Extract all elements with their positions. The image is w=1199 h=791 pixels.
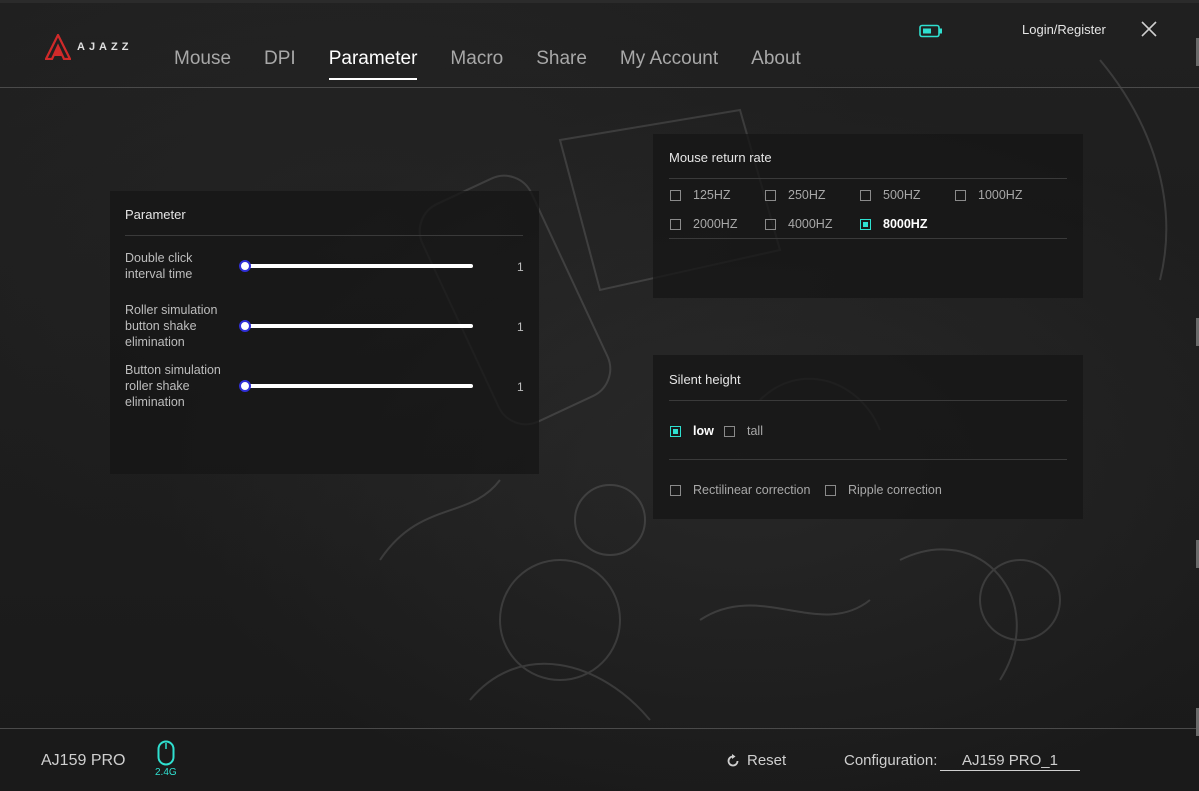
roller-simulation-value: 1: [517, 320, 524, 334]
tab-mouse[interactable]: Mouse: [160, 46, 245, 80]
rectilinear-correction-option[interactable]: Rectilinear correction: [670, 483, 810, 497]
parameter-panel: Parameter Double click interval time 1 R…: [110, 191, 539, 474]
rate-option-8000hz[interactable]: 8000HZ: [860, 217, 927, 231]
rate-option-500hz[interactable]: 500HZ: [860, 188, 921, 202]
silent-height-panel: Silent height low tall Rectilinear corre…: [653, 355, 1083, 519]
rate-option-label: 4000HZ: [788, 217, 833, 231]
checkbox-icon: [765, 189, 776, 201]
rate-option-250hz[interactable]: 250HZ: [765, 188, 826, 202]
tab-parameter[interactable]: Parameter: [315, 46, 432, 80]
parameter-panel-title: Parameter: [125, 207, 186, 222]
rectilinear-correction-label: Rectilinear correction: [693, 483, 811, 497]
silent-height-divider-mid: [669, 459, 1067, 460]
configuration-select[interactable]: AJ159 PRO_1: [940, 752, 1080, 771]
tab-macro[interactable]: Macro: [436, 46, 517, 80]
checkbox-icon: [670, 484, 681, 496]
silent-height-panel-title: Silent height: [669, 372, 741, 387]
roller-simulation-label: Roller simulation button shake eliminati…: [125, 303, 218, 349]
rate-option-4000hz[interactable]: 4000HZ: [765, 217, 832, 231]
reset-label: Reset: [747, 752, 787, 769]
parameter-panel-divider: [125, 235, 523, 236]
checkbox-icon: [724, 425, 735, 437]
checkbox-icon: [670, 189, 681, 201]
rate-option-label: 125HZ: [693, 188, 731, 202]
tab-share[interactable]: Share: [522, 46, 601, 80]
logo-text: AJAZZ: [77, 41, 133, 53]
double-click-interval-slider-thumb[interactable]: [239, 260, 251, 272]
return-rate-panel: Mouse return rate 125HZ 250HZ 500HZ 1000…: [653, 134, 1083, 298]
ajazz-logo-icon: [45, 34, 71, 60]
checkbox-icon: [765, 218, 776, 230]
silent-height-low-option[interactable]: low: [670, 424, 714, 438]
tab-my-account[interactable]: My Account: [606, 46, 732, 80]
checkbox-icon: [860, 189, 871, 201]
connection-mode: 2.4G: [155, 767, 177, 778]
rate-option-125hz[interactable]: 125HZ: [670, 188, 731, 202]
return-rate-divider-top: [669, 178, 1067, 179]
tab-about[interactable]: About: [737, 46, 815, 80]
checkbox-icon: [955, 189, 966, 201]
tab-dpi[interactable]: DPI: [250, 46, 310, 80]
roller-simulation-slider-thumb[interactable]: [239, 320, 251, 332]
checkbox-icon: [670, 218, 681, 230]
configuration-label: Configuration:: [844, 752, 938, 769]
checkbox-icon: [825, 484, 836, 496]
ripple-correction-label: Ripple correction: [848, 483, 942, 497]
rate-option-2000hz[interactable]: 2000HZ: [670, 217, 737, 231]
roller-simulation-slider[interactable]: [239, 320, 473, 332]
rate-option-label: 250HZ: [788, 188, 826, 202]
device-model: AJ159 PRO: [41, 752, 126, 769]
rate-option-label: 2000HZ: [693, 217, 738, 231]
reset-icon: [727, 753, 739, 766]
main-nav: Mouse DPI Parameter Macro Share My Account Abo…: [160, 46, 820, 80]
reset-button[interactable]: Reset: [726, 752, 786, 769]
ajazz-logo: AJAZZ: [45, 34, 132, 60]
checkbox-checked-icon: [670, 425, 681, 437]
double-click-interval-slider[interactable]: [239, 260, 473, 272]
window-top-border: [0, 0, 1199, 3]
silent-height-tall-label: tall: [747, 424, 763, 438]
double-click-interval-value: 1: [517, 260, 524, 274]
button-simulation-label: Button simulation roller shake eliminati…: [125, 363, 221, 409]
button-simulation-slider[interactable]: [239, 380, 473, 392]
double-click-interval-label: Double click interval time: [125, 251, 193, 281]
silent-height-tall-option[interactable]: tall: [724, 424, 763, 438]
silent-height-low-label: low: [693, 424, 714, 438]
return-rate-divider-bottom: [669, 238, 1067, 239]
login-register-link[interactable]: Login/Register: [1022, 22, 1106, 37]
mouse-device-icon: [157, 740, 175, 766]
rate-option-label: 1000HZ: [978, 188, 1023, 202]
return-rate-panel-title: Mouse return rate: [669, 150, 772, 165]
battery-icon: [919, 24, 942, 38]
checkbox-checked-icon: [860, 218, 871, 230]
button-simulation-value: 1: [517, 380, 524, 394]
close-icon[interactable]: [1140, 20, 1158, 38]
header-divider: [0, 87, 1199, 88]
button-simulation-slider-thumb[interactable]: [239, 380, 251, 392]
rate-option-1000hz[interactable]: 1000HZ: [955, 188, 1022, 202]
ripple-correction-option[interactable]: Ripple correction: [825, 483, 942, 497]
rate-option-label: 500HZ: [883, 188, 921, 202]
footer-divider: [0, 728, 1199, 729]
rate-option-label: 8000HZ: [883, 217, 928, 231]
silent-height-divider-top: [669, 400, 1067, 401]
